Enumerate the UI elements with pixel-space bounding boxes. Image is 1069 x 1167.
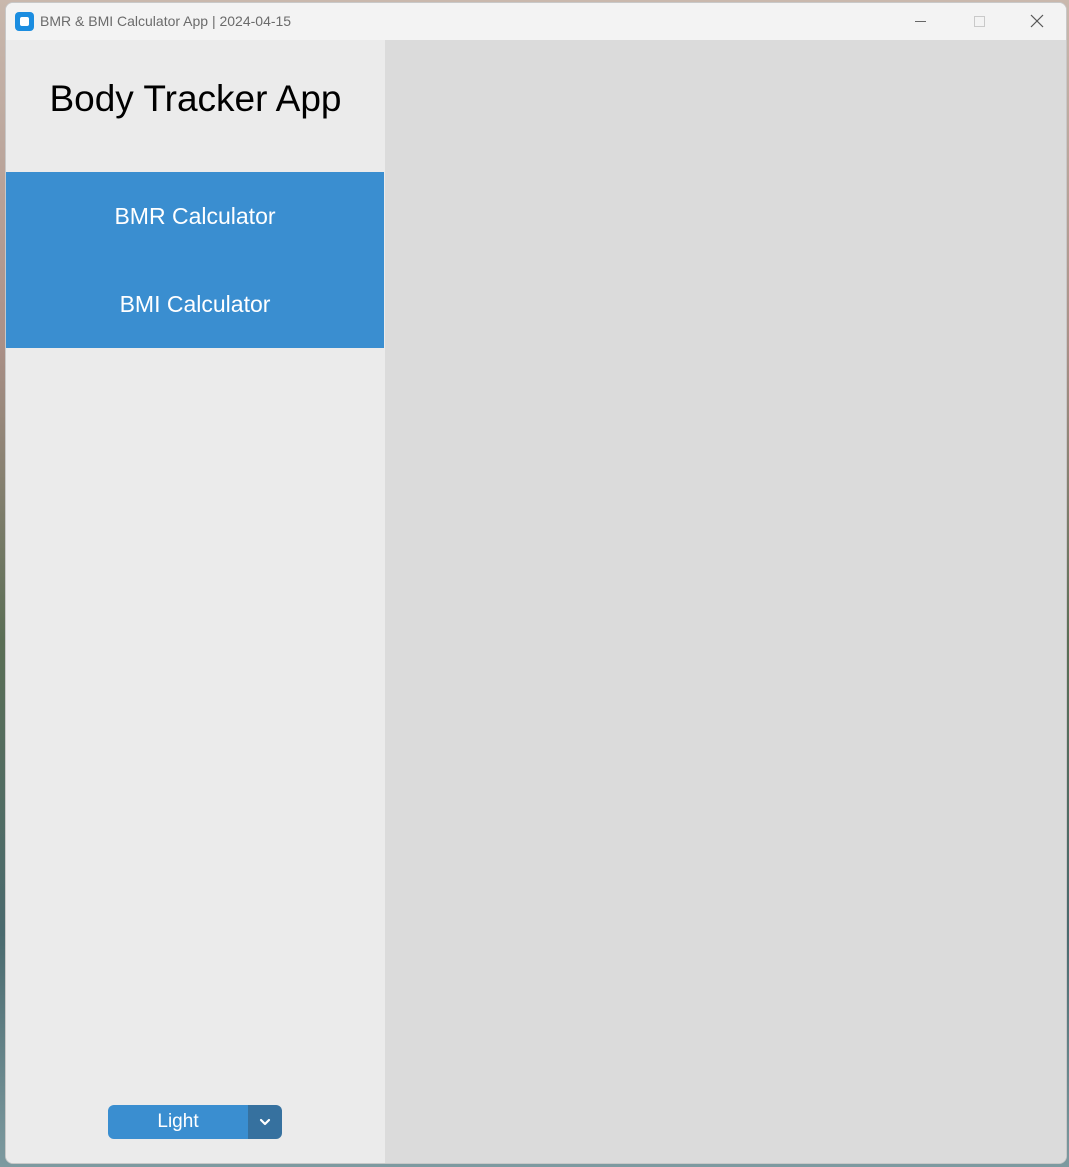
theme-dropdown-toggle[interactable]	[248, 1105, 282, 1139]
maximize-icon	[974, 16, 985, 27]
sidebar-item-bmi-calculator[interactable]: BMI Calculator	[6, 260, 384, 348]
close-button[interactable]	[1008, 3, 1066, 40]
title-bar[interactable]: BMR & BMI Calculator App | 2024-04-15	[6, 3, 1066, 40]
page-title: Body Tracker App	[49, 78, 342, 119]
chevron-down-icon	[259, 1118, 271, 1126]
sidebar-item-bmr-calculator[interactable]: BMR Calculator	[6, 172, 384, 260]
sidebar-nav: BMR Calculator BMI Calculator	[6, 172, 384, 348]
theme-dropdown-value[interactable]: Light	[108, 1105, 248, 1139]
minimize-icon	[915, 21, 926, 22]
sidebar: Body Tracker App BMR Calculator BMI Calc…	[6, 40, 385, 1163]
window-title: BMR & BMI Calculator App | 2024-04-15	[40, 13, 292, 29]
minimize-button[interactable]	[892, 3, 950, 40]
app-icon	[15, 12, 34, 31]
theme-dropdown[interactable]: Light	[108, 1105, 282, 1139]
maximize-button[interactable]	[950, 3, 1008, 40]
close-icon	[1030, 14, 1044, 28]
app-window: BMR & BMI Calculator App | 2024-04-15 Bo…	[5, 2, 1067, 1164]
main-content-area	[385, 40, 1066, 1163]
